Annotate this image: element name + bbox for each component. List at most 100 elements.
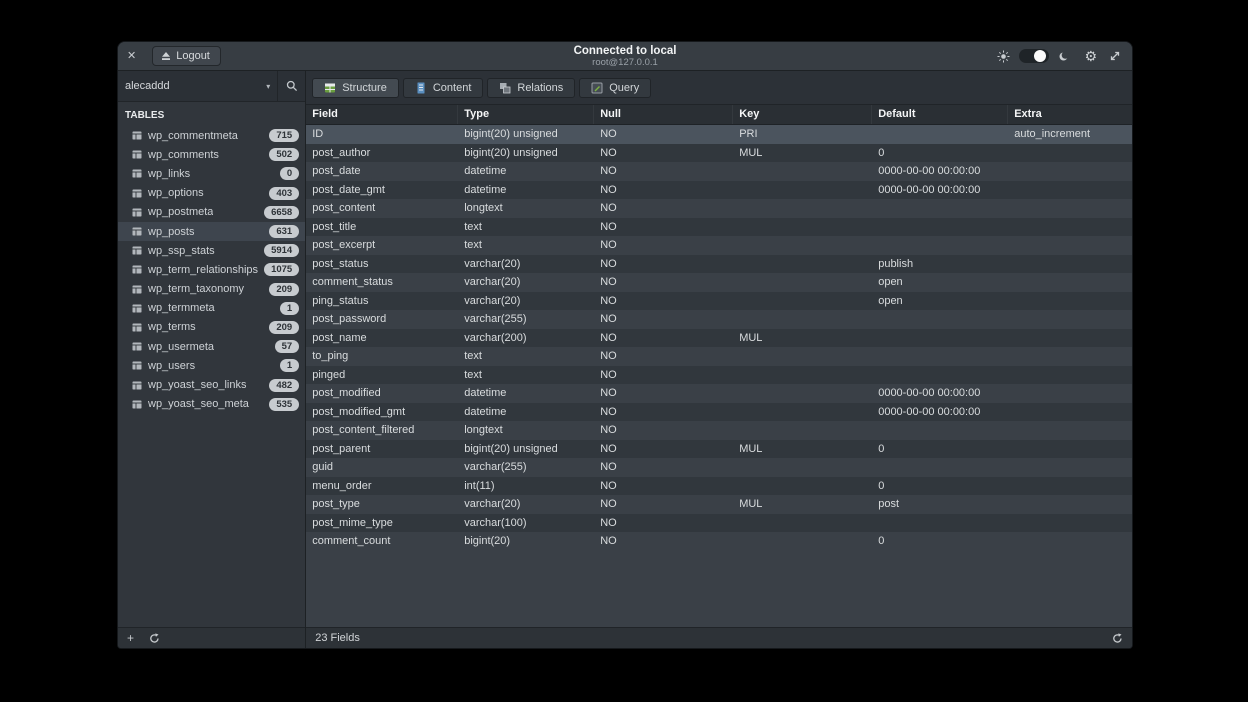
cell-null: NO xyxy=(594,495,733,514)
tab-relations[interactable]: Relations xyxy=(487,78,575,98)
table-row[interactable]: post_date datetime NO 0000-00-00 00:00:0… xyxy=(306,162,1132,181)
sidebar-item-wp_yoast_seo_meta[interactable]: wp_yoast_seo_meta 535 xyxy=(118,395,305,414)
cell-null: NO xyxy=(594,421,733,440)
cell-null: NO xyxy=(594,477,733,496)
database-dropdown[interactable]: alecaddd ▾ xyxy=(118,71,277,101)
sidebar-item-wp_terms[interactable]: wp_terms 209 xyxy=(118,318,305,337)
column-header-type[interactable]: Type xyxy=(458,105,594,124)
table-icon xyxy=(132,342,142,351)
cell-type: varchar(20) xyxy=(458,255,594,274)
cell-field: pinged xyxy=(306,366,458,385)
sidebar-item-wp_term_taxonomy[interactable]: wp_term_taxonomy 209 xyxy=(118,280,305,299)
table-row[interactable]: pinged text NO xyxy=(306,366,1132,385)
view-tabbar: Structure Content xyxy=(306,71,1132,105)
table-icon xyxy=(132,323,142,332)
cell-field: comment_status xyxy=(306,273,458,292)
table-row[interactable]: post_excerpt text NO xyxy=(306,236,1132,255)
app-window: ✕ Logout Connected to local root@127.0.0… xyxy=(118,42,1132,648)
row-count-badge: 715 xyxy=(269,129,299,142)
table-icon xyxy=(132,304,142,313)
table-row[interactable]: post_modified_gmt datetime NO 0000-00-00… xyxy=(306,403,1132,422)
column-header-default[interactable]: Default xyxy=(872,105,1008,124)
table-row[interactable]: post_mime_type varchar(100) NO xyxy=(306,514,1132,533)
table-row[interactable]: to_ping text NO xyxy=(306,347,1132,366)
table-row[interactable]: post_date_gmt datetime NO 0000-00-00 00:… xyxy=(306,181,1132,200)
table-row[interactable]: ID bigint(20) unsigned NO PRI auto_incre… xyxy=(306,125,1132,144)
fields-table-body: ID bigint(20) unsigned NO PRI auto_incre… xyxy=(306,125,1132,551)
tables-section-label: TABLES xyxy=(118,102,305,126)
row-count-badge: 1 xyxy=(280,302,299,315)
table-icon xyxy=(132,131,142,140)
table-row[interactable]: guid varchar(255) NO xyxy=(306,458,1132,477)
tab-label: Structure xyxy=(342,82,387,94)
query-icon xyxy=(591,82,603,94)
cell-null: NO xyxy=(594,347,733,366)
cell-type: int(11) xyxy=(458,477,594,496)
sidebar-item-wp_ssp_stats[interactable]: wp_ssp_stats 5914 xyxy=(118,241,305,260)
cell-null: NO xyxy=(594,255,733,274)
cell-type: varchar(200) xyxy=(458,329,594,348)
cell-key: MUL xyxy=(733,144,872,163)
sidebar-item-wp_termmeta[interactable]: wp_termmeta 1 xyxy=(118,299,305,318)
cell-field: guid xyxy=(306,458,458,477)
sidebar-item-wp_commentmeta[interactable]: wp_commentmeta 715 xyxy=(118,126,305,145)
fields-table-header: Field Type Null Key Default Extra xyxy=(306,105,1132,125)
cell-null: NO xyxy=(594,384,733,403)
table-row[interactable]: comment_status varchar(20) NO open xyxy=(306,273,1132,292)
table-row[interactable]: post_type varchar(20) NO MUL post xyxy=(306,495,1132,514)
column-header-extra[interactable]: Extra xyxy=(1008,105,1132,124)
column-header-field[interactable]: Field xyxy=(306,105,458,124)
fullscreen-expand-icon[interactable] xyxy=(1109,50,1121,62)
tab-content[interactable]: Content xyxy=(403,78,484,98)
settings-gear-icon[interactable]: ⚙ xyxy=(1084,49,1097,63)
table-name: wp_comments xyxy=(148,149,219,161)
column-header-key[interactable]: Key xyxy=(733,105,872,124)
cell-null: NO xyxy=(594,199,733,218)
refresh-tables-icon[interactable] xyxy=(149,633,160,644)
cell-field: ID xyxy=(306,125,458,144)
table-row[interactable]: post_content longtext NO xyxy=(306,199,1132,218)
add-table-icon[interactable]: + xyxy=(127,632,134,644)
table-name: wp_options xyxy=(148,187,204,199)
sidebar-item-wp_term_relationships[interactable]: wp_term_relationships 1075 xyxy=(118,260,305,279)
column-header-null[interactable]: Null xyxy=(594,105,733,124)
table-row[interactable]: post_parent bigint(20) unsigned NO MUL 0 xyxy=(306,440,1132,459)
dark-mode-toggle[interactable] xyxy=(1019,49,1049,63)
connection-name: Connected to local xyxy=(118,45,1132,57)
table-row[interactable]: ping_status varchar(20) NO open xyxy=(306,292,1132,311)
cell-null: NO xyxy=(594,218,733,237)
table-row[interactable]: post_title text NO xyxy=(306,218,1132,237)
sidebar-item-wp_links[interactable]: wp_links 0 xyxy=(118,164,305,183)
table-row[interactable]: menu_order int(11) NO 0 xyxy=(306,477,1132,496)
row-count-badge: 1 xyxy=(280,359,299,372)
cell-field: post_title xyxy=(306,218,458,237)
refresh-structure-icon[interactable] xyxy=(1112,633,1123,644)
sidebar-item-wp_usermeta[interactable]: wp_usermeta 57 xyxy=(118,337,305,356)
cell-key: MUL xyxy=(733,329,872,348)
row-count-badge: 1075 xyxy=(264,263,299,276)
search-tables-button[interactable] xyxy=(278,71,305,101)
table-row[interactable]: post_password varchar(255) NO xyxy=(306,310,1132,329)
logout-button[interactable]: Logout xyxy=(152,46,221,66)
table-row[interactable]: post_name varchar(200) NO MUL xyxy=(306,329,1132,348)
cell-default: 0000-00-00 00:00:00 xyxy=(872,384,1008,403)
table-row[interactable]: comment_count bigint(20) NO 0 xyxy=(306,532,1132,551)
cell-null: NO xyxy=(594,310,733,329)
close-window-icon[interactable]: ✕ xyxy=(127,51,136,62)
tab-structure[interactable]: Structure xyxy=(312,78,399,98)
sidebar-item-wp_options[interactable]: wp_options 403 xyxy=(118,184,305,203)
connection-host: root@127.0.0.1 xyxy=(118,57,1132,68)
tab-query[interactable]: Query xyxy=(579,78,651,98)
table-row[interactable]: post_status varchar(20) NO publish xyxy=(306,255,1132,274)
table-name: wp_term_taxonomy xyxy=(148,283,244,295)
sidebar-item-wp_posts[interactable]: wp_posts 631 xyxy=(118,222,305,241)
sidebar-item-wp_postmeta[interactable]: wp_postmeta 6658 xyxy=(118,203,305,222)
sidebar-item-wp_yoast_seo_links[interactable]: wp_yoast_seo_links 482 xyxy=(118,375,305,394)
sidebar-item-wp_users[interactable]: wp_users 1 xyxy=(118,356,305,375)
cell-field: post_name xyxy=(306,329,458,348)
cell-type: varchar(20) xyxy=(458,273,594,292)
table-row[interactable]: post_modified datetime NO 0000-00-00 00:… xyxy=(306,384,1132,403)
table-row[interactable]: post_content_filtered longtext NO xyxy=(306,421,1132,440)
sidebar-item-wp_comments[interactable]: wp_comments 502 xyxy=(118,145,305,164)
table-row[interactable]: post_author bigint(20) unsigned NO MUL 0 xyxy=(306,144,1132,163)
